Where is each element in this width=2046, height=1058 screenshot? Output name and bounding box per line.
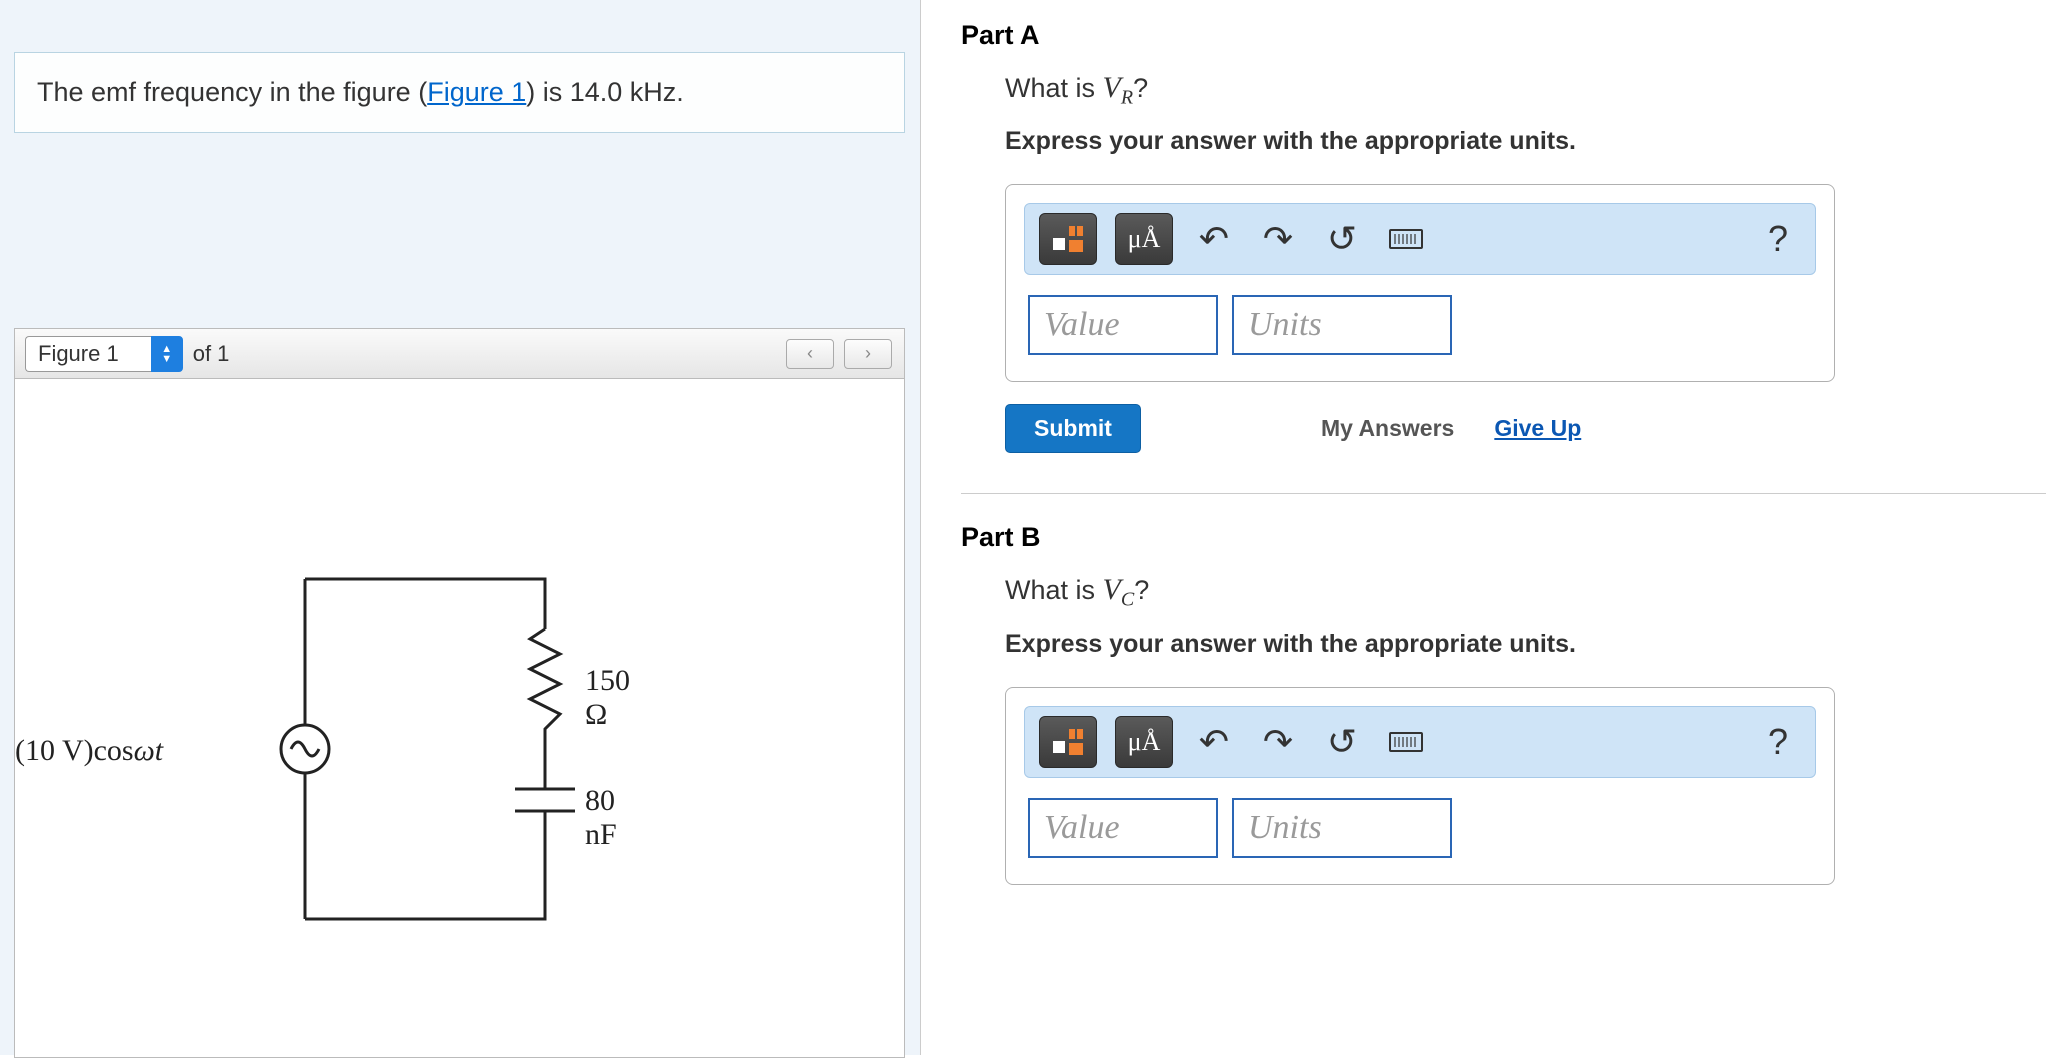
undo-button[interactable]: ↶ [1191,719,1237,765]
part-b-heading: Part B [961,522,2046,553]
figure-prev-button[interactable]: ‹ [786,339,834,369]
part-a-instruction: Express your answer with the appropriate… [1005,127,2046,156]
units-input[interactable]: Units [1232,798,1452,858]
value-placeholder: Value [1044,809,1120,847]
value-input[interactable]: Value [1028,798,1218,858]
q-sub: R [1121,86,1133,108]
source-label: (10 V)cosωt [15,734,163,768]
give-up-link[interactable]: Give Up [1494,415,1581,442]
problem-prefix: The emf frequency in the figure ( [37,77,427,107]
chevron-down-icon: ▼ [161,354,172,364]
figure-header: Figure 1 ▲ ▼ of 1 ‹ › [14,328,905,378]
units-btn-label: μÅ [1128,224,1161,254]
part-a-toolbar: μÅ ↶ ↷ ↺ ? [1024,203,1816,275]
figure-count: of 1 [193,341,230,367]
part-b-question: What is VC? [1005,573,2046,611]
help-button[interactable]: ? [1755,216,1801,262]
part-a-actions: Submit My Answers Give Up [1005,404,2046,453]
reset-button[interactable]: ↺ [1319,216,1365,262]
undo-button[interactable]: ↶ [1191,216,1237,262]
units-button[interactable]: μÅ [1115,716,1173,768]
my-answers-link[interactable]: My Answers [1321,415,1454,442]
figure-selector-arrows[interactable]: ▲ ▼ [151,336,183,372]
keyboard-icon [1389,732,1423,752]
q-var: V [1103,573,1121,606]
figure-next-button[interactable]: › [844,339,892,369]
figure-block: Figure 1 ▲ ▼ of 1 ‹ › [0,328,919,1058]
left-panel: The emf frequency in the figure (Figure … [0,0,920,1055]
q-prefix: What is [1005,575,1103,605]
units-placeholder: Units [1248,809,1322,847]
template-button[interactable] [1039,716,1097,768]
divider [961,493,2046,494]
part-b-answer-box: μÅ ↶ ↷ ↺ ? Value Units [1005,687,1835,885]
figure-selector-label: Figure 1 [25,336,151,372]
units-input[interactable]: Units [1232,295,1452,355]
figure-link[interactable]: Figure 1 [427,77,526,107]
part-a-answer-box: μÅ ↶ ↷ ↺ ? Value Units [1005,184,1835,382]
q-sub: C [1121,589,1134,611]
help-button[interactable]: ? [1755,719,1801,765]
resistor-label: 150 Ω [585,664,630,732]
reset-button[interactable]: ↺ [1319,719,1365,765]
part-b-toolbar: μÅ ↶ ↷ ↺ ? [1024,706,1816,778]
redo-button[interactable]: ↷ [1255,216,1301,262]
part-a-question: What is VR? [1005,71,2046,109]
q-suffix: ? [1134,575,1149,605]
figure-selector[interactable]: Figure 1 ▲ ▼ [25,336,183,372]
keyboard-button[interactable] [1383,719,1429,765]
problem-suffix: ) is 14.0 kHz. [526,77,684,107]
keyboard-button[interactable] [1383,216,1429,262]
units-btn-label: μÅ [1128,727,1161,757]
capacitor-label: 80 nF [585,784,625,852]
problem-statement: The emf frequency in the figure (Figure … [14,52,905,133]
q-var: V [1103,71,1121,104]
part-b-instruction: Express your answer with the appropriate… [1005,630,2046,659]
right-panel: Part A What is VR? Express your answer w… [920,0,2046,1055]
figure-canvas: (10 V)cosωt 150 Ω 80 nF [14,378,905,1058]
value-placeholder: Value [1044,306,1120,344]
q-prefix: What is [1005,73,1103,103]
redo-button[interactable]: ↷ [1255,719,1301,765]
submit-button[interactable]: Submit [1005,404,1141,453]
template-button[interactable] [1039,213,1097,265]
units-button[interactable]: μÅ [1115,213,1173,265]
q-suffix: ? [1133,73,1148,103]
value-input[interactable]: Value [1028,295,1218,355]
circuit-diagram: (10 V)cosωt 150 Ω 80 nF [105,539,625,959]
keyboard-icon [1389,229,1423,249]
units-placeholder: Units [1248,306,1322,344]
part-a-heading: Part A [961,20,2046,51]
chevron-up-icon: ▲ [161,344,172,354]
